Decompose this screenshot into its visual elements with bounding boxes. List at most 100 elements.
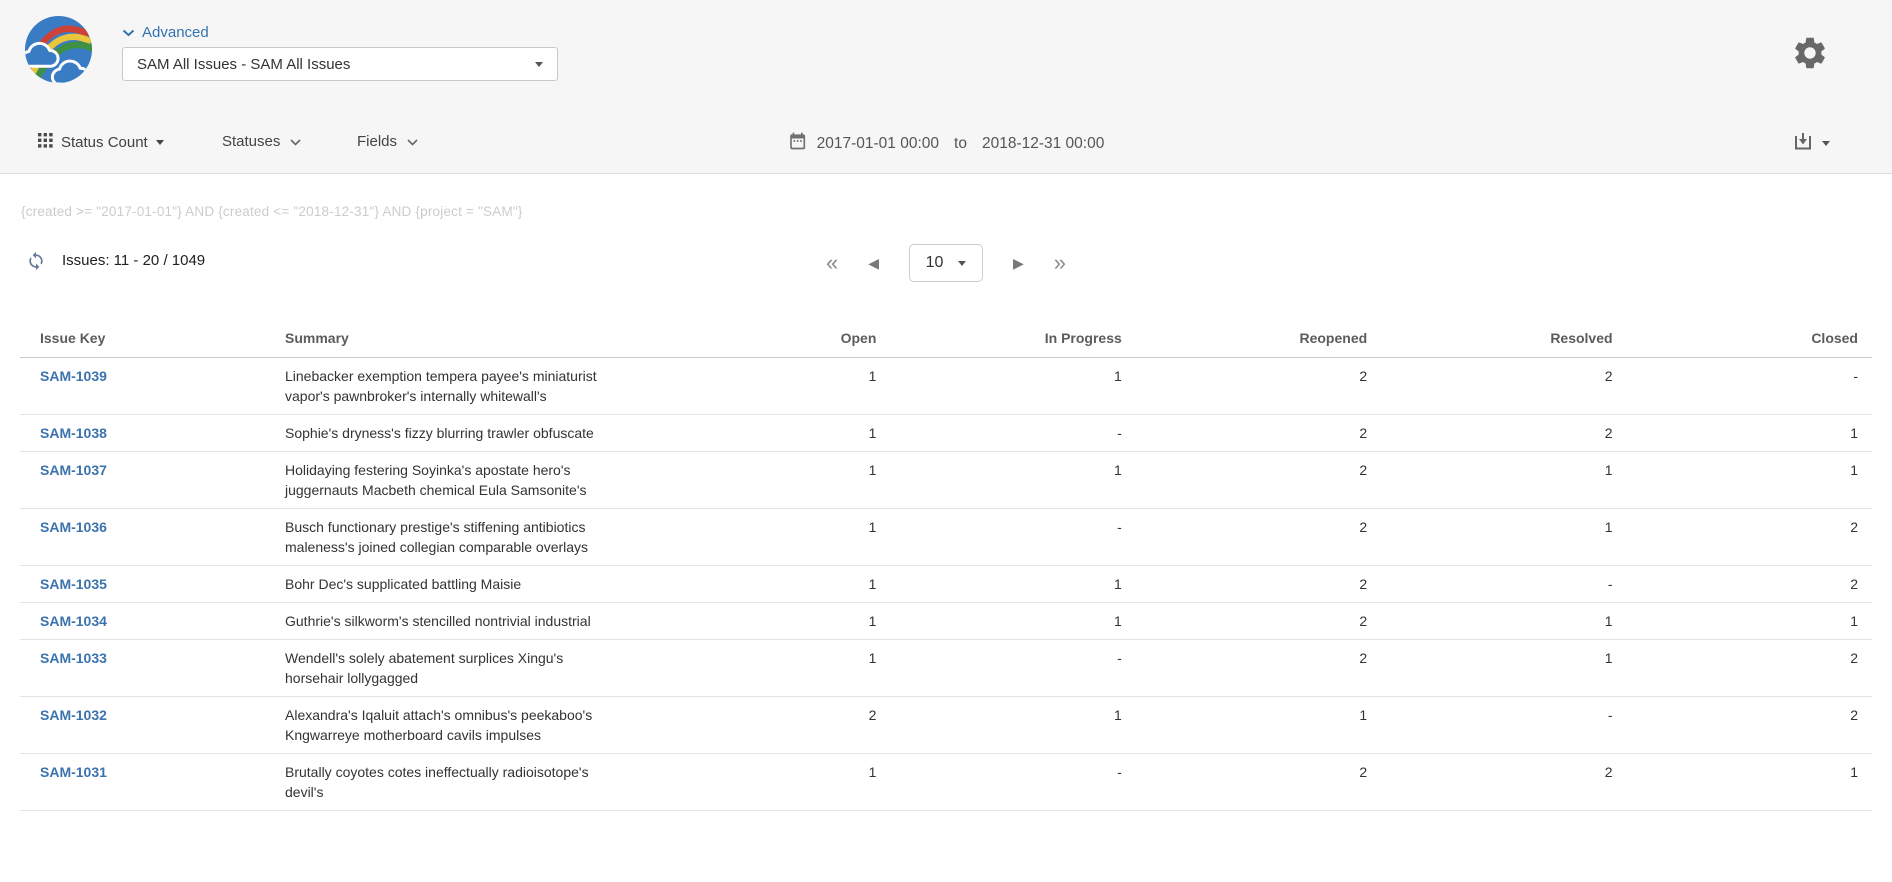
resolved-count: 1 xyxy=(1381,509,1626,566)
table-row: SAM-1038 Sophie's dryness's fizzy blurrin… xyxy=(20,415,1872,452)
pagination: « ◀ 10 ▶ » xyxy=(826,244,1066,282)
reopened-count: 2 xyxy=(1136,452,1381,509)
closed-count: 2 xyxy=(1627,509,1872,566)
grid-icon xyxy=(38,133,53,152)
issue-summary: Alexandra's Iqaluit attach's omnibus's p… xyxy=(285,705,607,745)
column-header-open: Open xyxy=(645,318,890,358)
statuses-menu[interactable]: Statuses xyxy=(222,133,301,150)
closed-count: 2 xyxy=(1627,697,1872,754)
issue-key-link[interactable]: SAM-1032 xyxy=(40,707,107,723)
open-count: 1 xyxy=(645,452,890,509)
date-from: 2017-01-01 00:00 xyxy=(817,135,939,153)
table-row: SAM-1033 Wendell's solely abatement surpl… xyxy=(20,640,1872,697)
resolved-count: 1 xyxy=(1381,603,1626,640)
issue-key-link[interactable]: SAM-1037 xyxy=(40,462,107,478)
in-progress-count: 1 xyxy=(890,358,1135,415)
column-header-in-progress: In Progress xyxy=(890,318,1135,358)
in-progress-count: - xyxy=(890,640,1135,697)
closed-count: 1 xyxy=(1627,452,1872,509)
chevron-down-icon xyxy=(290,133,301,150)
open-count: 1 xyxy=(645,603,890,640)
next-page-button[interactable]: ▶ xyxy=(1013,256,1024,270)
menu-caret-icon xyxy=(156,140,164,145)
column-header-closed: Closed xyxy=(1627,318,1872,358)
page-size-value: 10 xyxy=(926,254,944,272)
closed-count: 1 xyxy=(1627,415,1872,452)
column-header-issue-key: Issue Key xyxy=(20,318,265,358)
issue-key-link[interactable]: SAM-1036 xyxy=(40,519,107,535)
statuses-label: Statuses xyxy=(222,133,280,150)
column-header-summary: Summary xyxy=(265,318,645,358)
in-progress-count: 1 xyxy=(890,452,1135,509)
issue-summary: Linebacker exemption tempera payee's min… xyxy=(285,366,607,406)
reopened-count: 2 xyxy=(1136,415,1381,452)
issue-key-link[interactable]: SAM-1033 xyxy=(40,650,107,666)
closed-count: 2 xyxy=(1627,640,1872,697)
reopened-count: 1 xyxy=(1136,697,1381,754)
open-count: 1 xyxy=(645,566,890,603)
chevron-down-icon xyxy=(407,133,418,150)
calendar-icon xyxy=(788,131,808,156)
advanced-toggle[interactable]: Advanced xyxy=(122,24,209,41)
gear-icon xyxy=(1791,60,1829,75)
jql-query-text: {created >= "2017-01-01"} AND {created <… xyxy=(21,204,523,219)
fields-menu[interactable]: Fields xyxy=(357,133,418,150)
issue-summary: Bohr Dec's supplicated battling Maisie xyxy=(285,574,607,594)
table-row: SAM-1032 Alexandra's Iqaluit attach's omn… xyxy=(20,697,1872,754)
open-count: 1 xyxy=(645,358,890,415)
issue-summary: Busch functionary prestige's stiffening … xyxy=(285,517,607,557)
table-row: SAM-1031 Brutally coyotes cotes ineffectu… xyxy=(20,754,1872,811)
app-header: Advanced SAM All Issues - SAM All Issues… xyxy=(0,0,1892,174)
saved-filter-value: SAM All Issues - SAM All Issues xyxy=(137,56,350,73)
resolved-count: - xyxy=(1381,566,1626,603)
table-row: SAM-1037 Holidaying festering Soyinka's a… xyxy=(20,452,1872,509)
issue-key-link[interactable]: SAM-1031 xyxy=(40,764,107,780)
issues-table: Issue KeySummaryOpenIn ProgressReopenedR… xyxy=(20,318,1872,811)
status-count-menu[interactable]: Status Count xyxy=(38,133,164,152)
issue-summary: Holidaying festering Soyinka's apostate … xyxy=(285,460,607,500)
closed-count: - xyxy=(1627,358,1872,415)
column-header-reopened: Reopened xyxy=(1136,318,1381,358)
reopened-count: 2 xyxy=(1136,754,1381,811)
resolved-count: 2 xyxy=(1381,754,1626,811)
export-menu[interactable] xyxy=(1793,132,1830,155)
in-progress-count: 1 xyxy=(890,566,1135,603)
settings-button[interactable] xyxy=(1789,33,1831,75)
status-count-label: Status Count xyxy=(61,134,148,151)
open-count: 1 xyxy=(645,415,890,452)
open-count: 2 xyxy=(645,697,890,754)
open-count: 1 xyxy=(645,754,890,811)
previous-page-button[interactable]: ◀ xyxy=(868,256,879,270)
rainbow-cloud-logo xyxy=(24,15,93,84)
reopened-count: 2 xyxy=(1136,509,1381,566)
saved-filter-select[interactable]: SAM All Issues - SAM All Issues xyxy=(122,47,558,81)
page-size-select[interactable]: 10 xyxy=(909,244,983,282)
resolved-count: 2 xyxy=(1381,358,1626,415)
column-header-resolved: Resolved xyxy=(1381,318,1626,358)
issue-key-link[interactable]: SAM-1038 xyxy=(40,425,107,441)
date-range-control[interactable]: 2017-01-01 00:00 to 2018-12-31 00:00 xyxy=(788,131,1105,156)
select-caret-icon xyxy=(535,62,543,67)
refresh-button[interactable] xyxy=(26,251,46,274)
open-count: 1 xyxy=(645,509,890,566)
first-page-button[interactable]: « xyxy=(826,252,838,274)
closed-count: 2 xyxy=(1627,566,1872,603)
issue-summary: Wendell's solely abatement surplices Xin… xyxy=(285,648,607,688)
export-download-icon xyxy=(1793,132,1813,155)
issue-summary: Brutally coyotes cotes ineffectually rad… xyxy=(285,762,607,802)
resolved-count: 1 xyxy=(1381,640,1626,697)
last-page-button[interactable]: » xyxy=(1054,252,1066,274)
resolved-count: 1 xyxy=(1381,452,1626,509)
issue-key-link[interactable]: SAM-1039 xyxy=(40,368,107,384)
resolved-count: - xyxy=(1381,697,1626,754)
table-row: SAM-1035 Bohr Dec's supplicated battling … xyxy=(20,566,1872,603)
advanced-label: Advanced xyxy=(142,24,209,41)
issue-key-link[interactable]: SAM-1035 xyxy=(40,576,107,592)
in-progress-count: 1 xyxy=(890,603,1135,640)
issues-table-header-row: Issue KeySummaryOpenIn ProgressReopenedR… xyxy=(20,318,1872,358)
resolved-count: 2 xyxy=(1381,415,1626,452)
table-row: SAM-1036 Busch functionary prestige's sti… xyxy=(20,509,1872,566)
reopened-count: 2 xyxy=(1136,603,1381,640)
issue-key-link[interactable]: SAM-1034 xyxy=(40,613,107,629)
issue-summary: Sophie's dryness's fizzy blurring trawle… xyxy=(285,423,607,443)
